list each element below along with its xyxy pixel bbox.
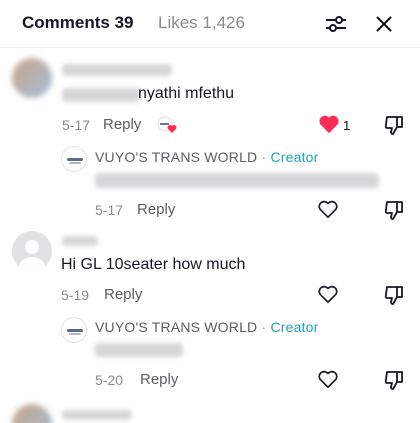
blurred-username: [62, 236, 98, 246]
dislike-icon[interactable]: [384, 114, 404, 136]
comment-date: 5-19: [61, 287, 90, 303]
comment-text: nyathi mfethu: [138, 85, 235, 102]
dislike-icon[interactable]: [384, 369, 404, 391]
reply-button[interactable]: Reply: [140, 371, 178, 388]
tab-comments[interactable]: Comments 39: [22, 13, 133, 33]
comment-date: 5-17: [62, 117, 91, 133]
comment-text: Hi GL 10seater how much: [61, 256, 246, 273]
tab-likes[interactable]: Likes 1,426: [158, 13, 245, 33]
like-count: 1: [343, 118, 351, 133]
reply-button[interactable]: Reply: [137, 201, 175, 218]
creator-name[interactable]: VUYO'S TRANS WORLD: [95, 319, 257, 335]
creator-avatar[interactable]: [61, 317, 87, 343]
commenter-avatar[interactable]: [12, 58, 52, 98]
blurred-reply-text: [95, 173, 379, 188]
creator-avatar[interactable]: [61, 146, 87, 172]
dislike-icon[interactable]: [384, 199, 404, 221]
heart-icon[interactable]: [317, 199, 339, 219]
creator-name-line[interactable]: VUYO'S TRANS WORLD · Creator: [95, 319, 319, 335]
close-icon[interactable]: [372, 12, 396, 36]
blurred-username: [62, 410, 132, 420]
dislike-icon[interactable]: [384, 284, 404, 306]
filter-icon[interactable]: [324, 12, 348, 36]
blurred-username: [62, 64, 172, 76]
reply-date: 5-17: [95, 202, 124, 218]
heart-icon[interactable]: [318, 114, 340, 134]
commenter-avatar[interactable]: [12, 404, 52, 423]
creator-badge: Creator: [270, 319, 319, 335]
reply-button[interactable]: Reply: [104, 286, 142, 303]
creator-name[interactable]: VUYO'S TRANS WORLD: [95, 149, 257, 165]
comments-header: Comments 39 Likes 1,426: [0, 0, 420, 48]
creator-badge: Creator: [270, 149, 319, 165]
blurred-comment-text: [62, 88, 140, 102]
heart-icon[interactable]: [317, 369, 339, 389]
creator-name-line[interactable]: VUYO'S TRANS WORLD · Creator: [95, 149, 319, 165]
blurred-reply-text: [95, 343, 183, 357]
reply-date: 5-20: [95, 372, 124, 388]
liked-by-creator-icon: [157, 116, 177, 133]
default-avatar-icon[interactable]: [12, 231, 52, 271]
heart-icon[interactable]: [317, 284, 339, 304]
separator-dot: ·: [261, 319, 267, 335]
reply-button[interactable]: Reply: [103, 116, 141, 133]
separator-dot: ·: [261, 149, 267, 165]
